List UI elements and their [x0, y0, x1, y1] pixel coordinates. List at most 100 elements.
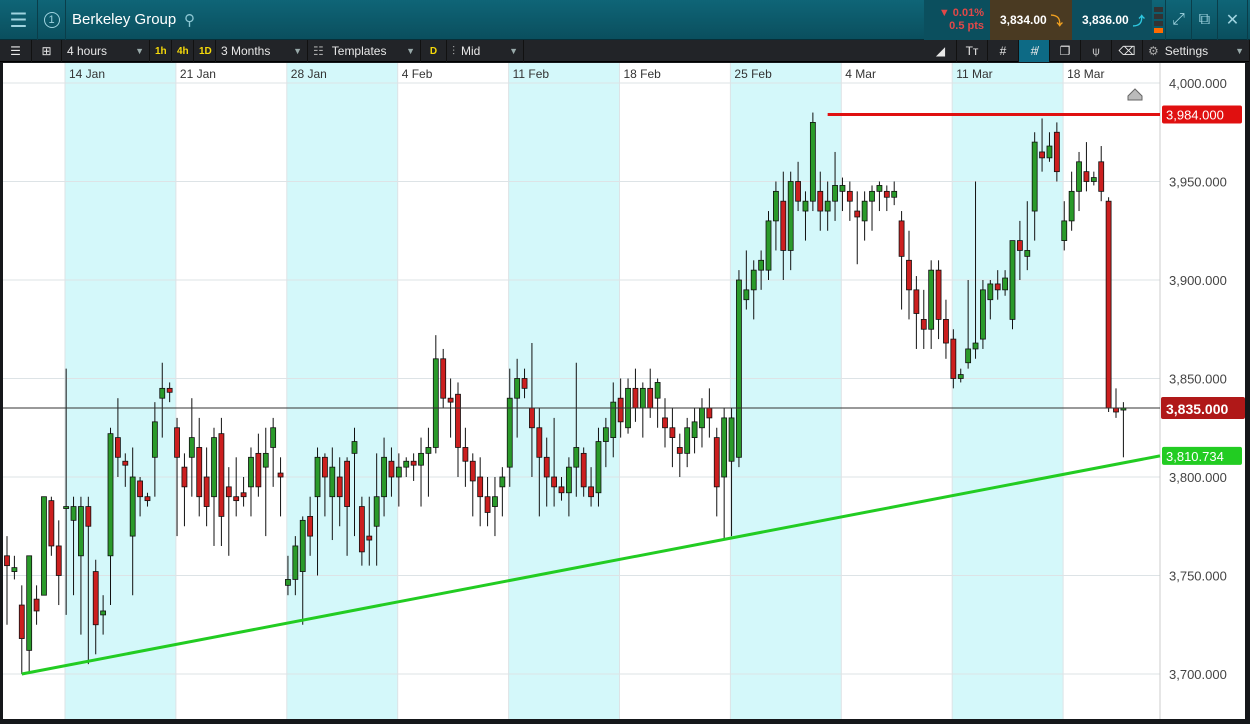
layout-icon[interactable]: ⊞	[32, 40, 62, 62]
candle-up[interactable]	[773, 190, 779, 222]
candle-up[interactable]	[262, 452, 269, 468]
candle-down[interactable]	[388, 460, 395, 478]
candle-up[interactable]	[595, 441, 602, 494]
expand-icon[interactable]: ⤢	[1166, 0, 1192, 40]
candle-up[interactable]	[839, 185, 846, 192]
candle-down[interactable]	[1105, 200, 1112, 409]
candle-up[interactable]	[987, 283, 994, 301]
layers-icon[interactable]: ❐	[1050, 40, 1081, 62]
candle-up[interactable]	[499, 476, 506, 488]
candle-up[interactable]	[1009, 240, 1016, 320]
candle-down[interactable]	[558, 486, 565, 494]
candle-down[interactable]	[795, 181, 801, 202]
candle-down[interactable]	[447, 397, 454, 403]
candle-down[interactable]	[4, 555, 10, 567]
candle-up[interactable]	[381, 456, 387, 498]
candle-up[interactable]	[957, 374, 964, 379]
candle-up[interactable]	[188, 437, 195, 458]
candle-up[interactable]	[63, 506, 70, 509]
candle-down[interactable]	[174, 427, 180, 458]
tag-icon[interactable]: ⌫	[1112, 40, 1143, 62]
candle-up[interactable]	[684, 427, 691, 454]
candle-up[interactable]	[832, 185, 838, 202]
d-button[interactable]: D	[421, 40, 447, 62]
candle-down[interactable]	[898, 220, 905, 257]
candle-up[interactable]	[573, 447, 580, 468]
candle-down[interactable]	[440, 358, 447, 399]
candle-up[interactable]	[70, 506, 77, 521]
candle-up[interactable]	[1024, 250, 1031, 257]
chart-canvas[interactable]: 14 Jan 21 Jan 28 Jan 4 Feb 11 Feb 18 Feb 25 Fe…	[3, 63, 1245, 719]
buy-button[interactable]: 3,836.00 ⤴	[1072, 0, 1152, 40]
close-icon[interactable]: ✕	[1218, 0, 1248, 40]
settings-button[interactable]: ⚙ Settings ▼	[1143, 40, 1250, 62]
candle-up[interactable]	[743, 289, 750, 301]
candle-up[interactable]	[1068, 190, 1075, 222]
candle-down[interactable]	[617, 397, 624, 423]
candle-down[interactable]	[85, 506, 92, 527]
candle-up[interactable]	[292, 545, 299, 580]
candle-up[interactable]	[1061, 220, 1068, 241]
candle-down[interactable]	[846, 190, 853, 202]
indicator-icon[interactable]: ⍦	[1081, 40, 1112, 62]
candle-up[interactable]	[728, 417, 735, 462]
candle-up[interactable]	[736, 279, 742, 458]
candle-down[interactable]	[521, 378, 528, 389]
candle-down[interactable]	[92, 571, 99, 626]
candle-down[interactable]	[344, 460, 350, 507]
candle-up[interactable]	[809, 122, 816, 202]
candle-up[interactable]	[691, 421, 698, 438]
candle-down[interactable]	[935, 269, 942, 320]
candle-down[interactable]	[950, 338, 957, 379]
candle-up[interactable]	[1046, 145, 1053, 159]
candle-down[interactable]	[529, 407, 535, 429]
candle-up[interactable]	[129, 476, 136, 537]
candle-down[interactable]	[240, 492, 247, 498]
candle-down[interactable]	[277, 472, 284, 478]
candle-down[interactable]	[647, 387, 654, 409]
crosshair-icon[interactable]: #̸	[1019, 40, 1050, 62]
candle-down[interactable]	[33, 598, 40, 612]
candle-down[interactable]	[366, 535, 373, 541]
candle-up[interactable]	[1002, 277, 1008, 291]
candle-up[interactable]	[654, 382, 661, 399]
candle-up[interactable]	[418, 452, 424, 466]
popout-icon[interactable]: ⧉	[1192, 0, 1218, 40]
candle-down[interactable]	[1098, 161, 1105, 192]
candle-up[interactable]	[351, 441, 358, 454]
candle-down[interactable]	[1016, 240, 1023, 251]
candle-down[interactable]	[943, 318, 949, 344]
candle-up[interactable]	[151, 421, 158, 458]
candle-down[interactable]	[994, 283, 1001, 291]
candle-down[interactable]	[48, 500, 55, 547]
candle-up[interactable]	[1031, 141, 1038, 212]
candle-down[interactable]	[1053, 131, 1060, 173]
text-icon[interactable]: Tт	[957, 40, 988, 62]
candle-up[interactable]	[11, 567, 18, 572]
candle-up[interactable]	[869, 190, 875, 202]
candle-up[interactable]	[802, 200, 809, 212]
candle-up[interactable]	[285, 579, 291, 586]
candle-up[interactable]	[824, 200, 831, 212]
interval-1d[interactable]: 1D	[194, 40, 216, 62]
candle-up[interactable]	[750, 269, 757, 291]
price-type-select[interactable]: ⫶ Mid ▼	[447, 40, 524, 62]
candle-up[interactable]	[602, 427, 609, 442]
candle-down[interactable]	[477, 476, 484, 498]
candle-down[interactable]	[536, 427, 543, 458]
candle-up[interactable]	[1076, 161, 1082, 192]
candle-up[interactable]	[1090, 177, 1097, 182]
templates-select[interactable]: ☷ Templates ▼	[308, 40, 421, 62]
candle-up[interactable]	[314, 456, 321, 498]
candle-down[interactable]	[469, 460, 476, 482]
candle-up[interactable]	[876, 185, 883, 192]
draw-line-icon[interactable]: ◢	[925, 40, 957, 62]
candle-down[interactable]	[410, 460, 417, 466]
candle-down[interactable]	[551, 476, 558, 488]
candle-down[interactable]	[706, 407, 713, 419]
candle-down[interactable]	[255, 452, 262, 488]
home-marker-icon[interactable]	[1127, 88, 1143, 101]
candle-down[interactable]	[883, 190, 890, 198]
candle-down[interactable]	[18, 604, 25, 639]
candle-up[interactable]	[861, 200, 868, 222]
